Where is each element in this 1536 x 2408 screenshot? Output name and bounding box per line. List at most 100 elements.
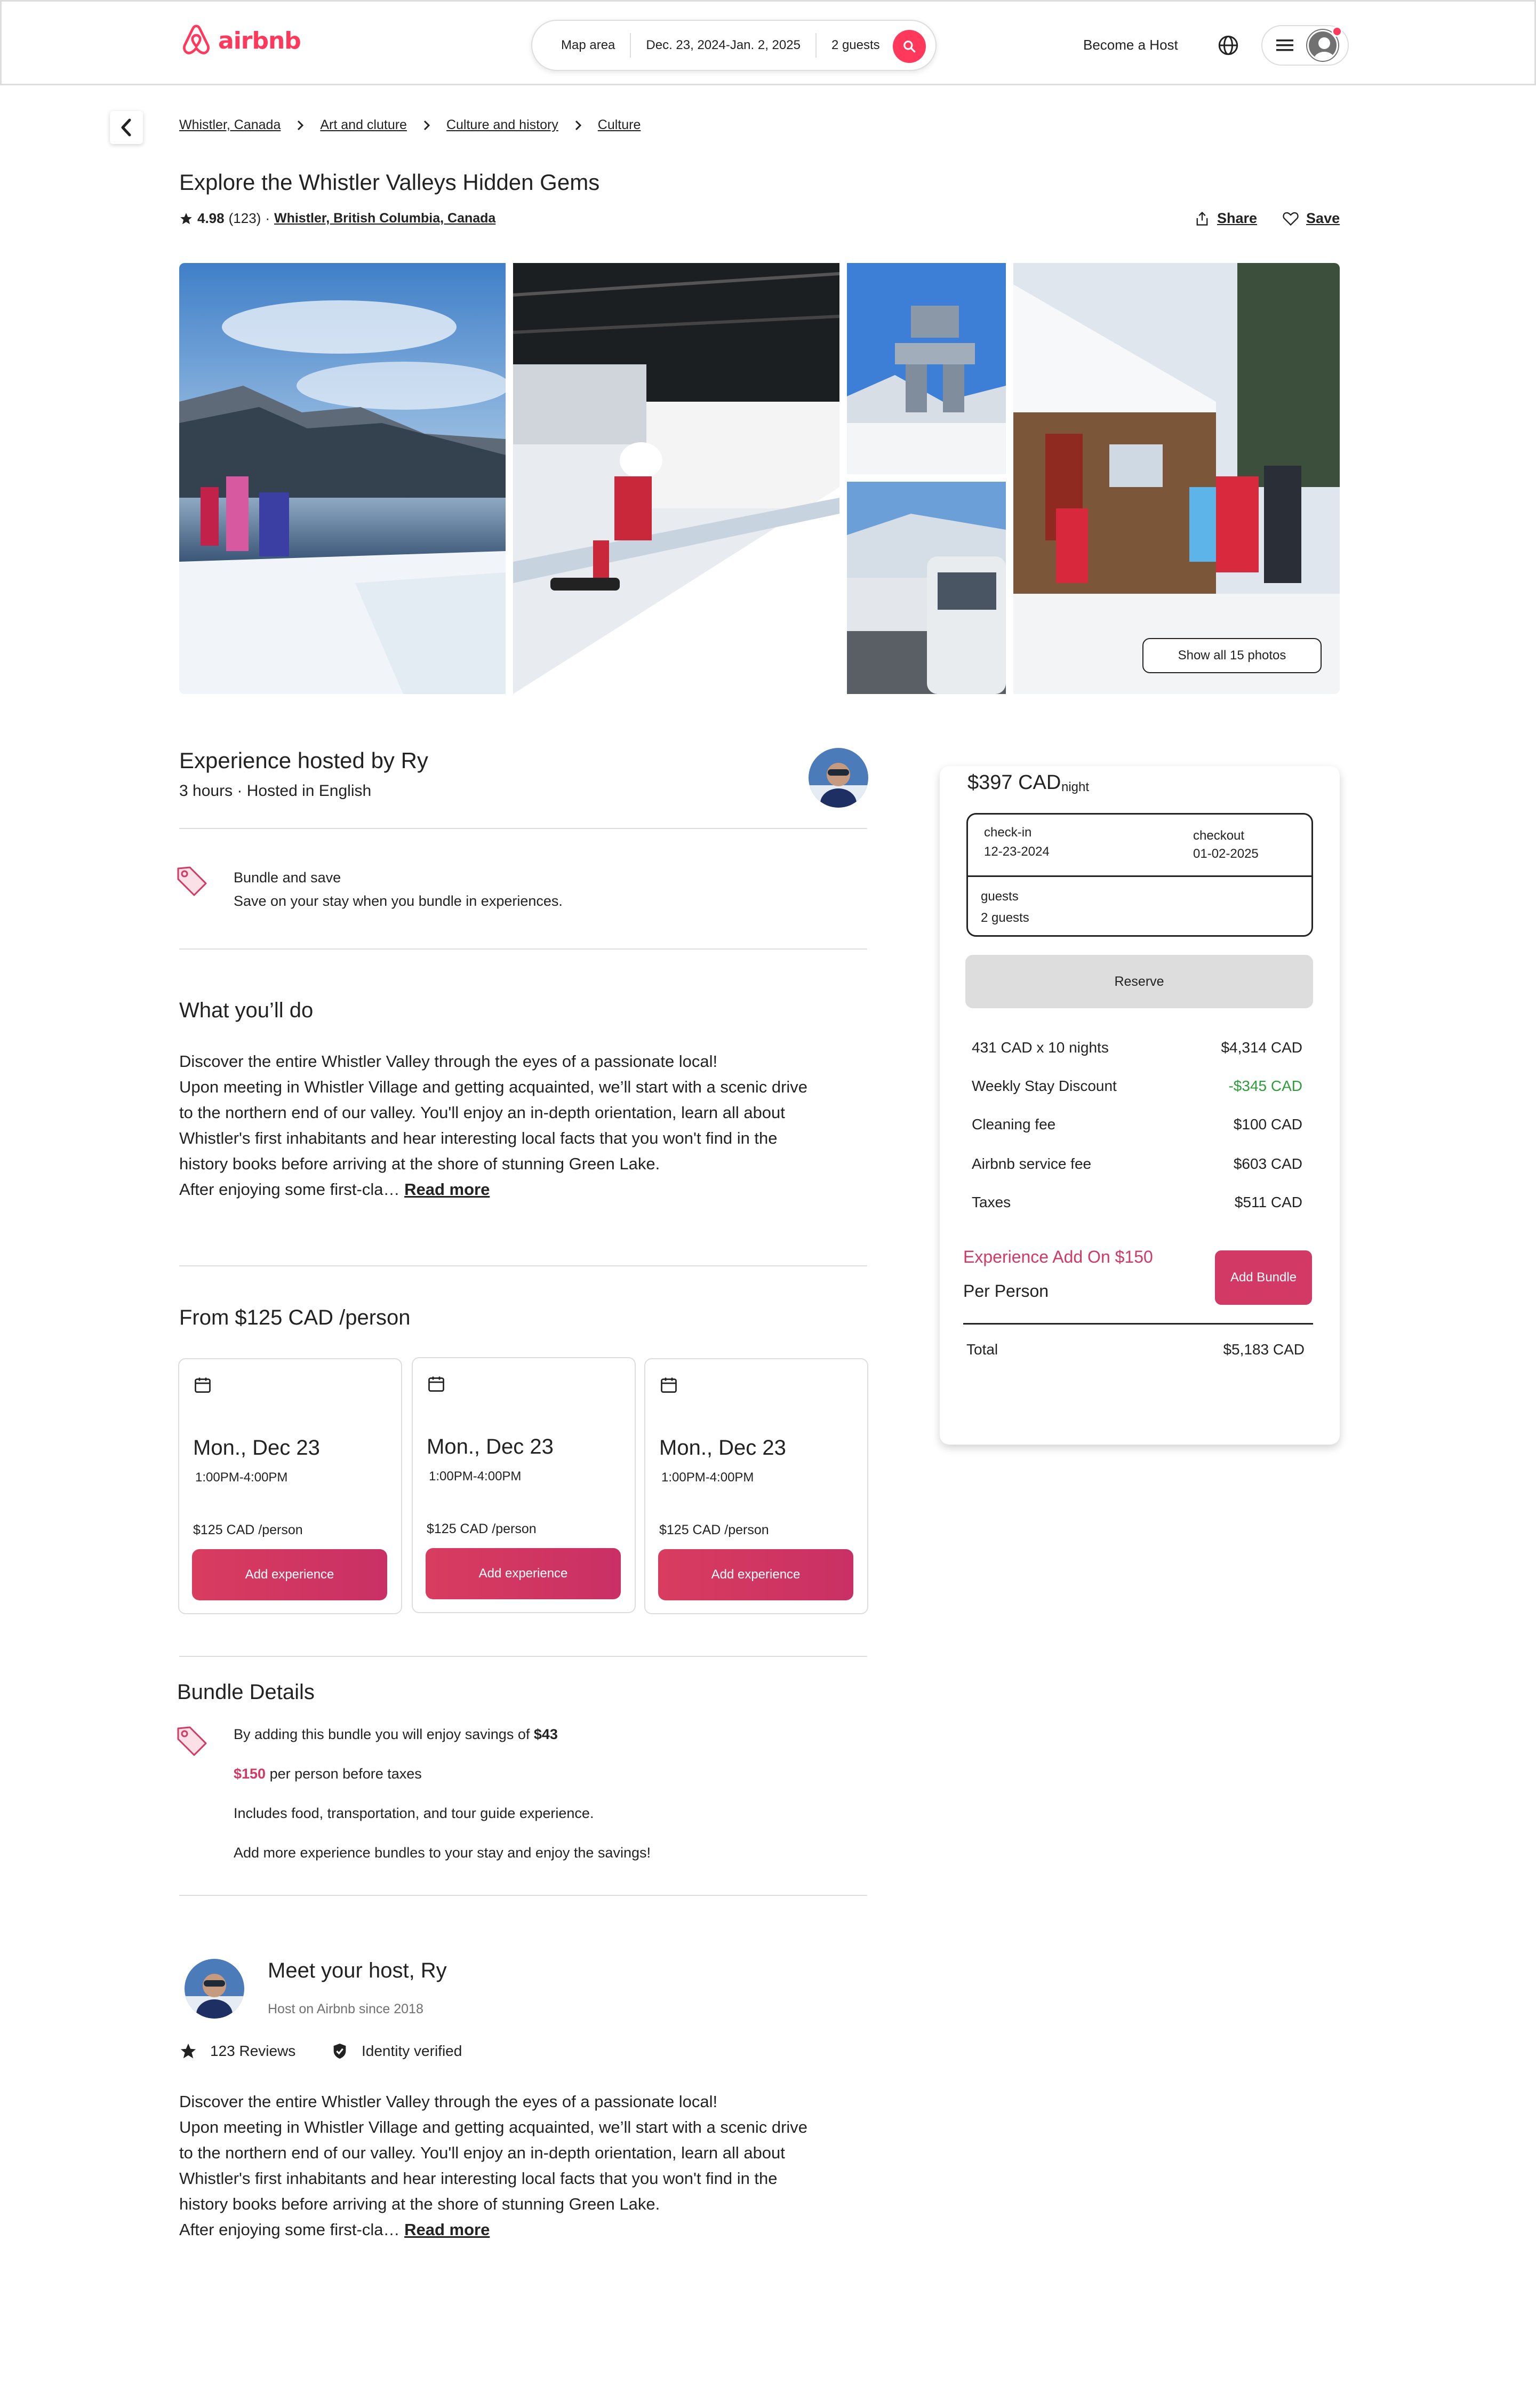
breadcrumb-item[interactable]: Culture and history xyxy=(446,117,558,133)
chevron-left-icon xyxy=(121,118,131,137)
experience-slot: Mon., Dec 23 1:00PM-4:00PM $125 CAD /per… xyxy=(178,1358,402,1614)
save-label: Save xyxy=(1306,210,1340,226)
review-count[interactable]: (123) xyxy=(229,210,261,227)
fee-value: $603 CAD xyxy=(1233,1155,1302,1172)
share-button[interactable]: Share xyxy=(1195,210,1257,227)
chevron-right-icon xyxy=(298,120,304,130)
price-tag-icon xyxy=(177,1726,207,1756)
star-icon xyxy=(180,212,192,224)
bundle-more: Add more experience bundles to your stay… xyxy=(234,1845,651,1861)
slot-time: 1:00PM-4:00PM xyxy=(429,1469,522,1484)
availability-heading: From $125 CAD /person xyxy=(179,1306,411,1329)
shield-check-icon xyxy=(333,2043,346,2059)
add-bundle-button[interactable]: Add Bundle xyxy=(1215,1250,1312,1305)
total-label: Total xyxy=(966,1341,998,1358)
host-avatar[interactable] xyxy=(185,1959,244,2019)
chevron-right-icon xyxy=(575,120,581,130)
photo-inukshuk[interactable] xyxy=(847,263,1006,474)
photo-cabin[interactable] xyxy=(1013,263,1340,694)
search-location[interactable]: Map area xyxy=(532,21,630,70)
description-line: Discover the entire Whistler Valley thro… xyxy=(179,1052,718,1071)
read-more-link[interactable]: Read more xyxy=(404,2220,490,2239)
add-experience-button[interactable]: Add experience xyxy=(426,1548,621,1599)
bundle-price: $150 per person before taxes xyxy=(234,1766,422,1782)
fee-label: Taxes xyxy=(972,1194,1011,1210)
photo-van[interactable] xyxy=(847,482,1006,694)
what-youll-do-description: Discover the entire Whistler Valley thro… xyxy=(179,1049,894,1202)
slot-time: 1:00PM-4:00PM xyxy=(661,1470,754,1485)
fee-label: Cleaning fee xyxy=(972,1116,1056,1133)
fee-row: Cleaning fee $100 CAD xyxy=(972,1116,1302,1133)
slot-price: $125 CAD /person xyxy=(193,1522,303,1537)
reserve-button[interactable]: Reserve xyxy=(965,955,1313,1008)
host-reviews-label: 123 Reviews xyxy=(210,2043,296,2059)
van-image xyxy=(847,482,1006,694)
bundle-details-heading: Bundle Details xyxy=(177,1680,315,1704)
identity-verified: Identity verified xyxy=(331,2042,462,2060)
checkin-value[interactable]: 12-23-2024 xyxy=(984,844,1050,859)
photo-skeleton-track[interactable] xyxy=(513,263,839,694)
checkout-label: checkout xyxy=(1193,828,1245,843)
host-photo xyxy=(809,748,868,808)
divider xyxy=(179,828,867,829)
slot-date: Mon., Dec 23 xyxy=(659,1436,786,1460)
search-guests[interactable]: 2 guests xyxy=(817,21,895,70)
guests-value[interactable]: 2 guests xyxy=(981,911,1029,926)
description-line-last: After enjoying some first-cla… Read more xyxy=(179,1177,894,1202)
meet-host-heading: Meet your host, Ry xyxy=(268,1959,447,1982)
globe-icon[interactable] xyxy=(1218,35,1239,56)
fee-value: $100 CAD xyxy=(1233,1116,1302,1133)
airbnb-logo[interactable]: airbnb xyxy=(181,23,301,58)
notification-dot xyxy=(1332,26,1342,37)
breadcrumb-item[interactable]: Culture xyxy=(598,117,641,133)
what-youll-do-heading: What you’ll do xyxy=(179,999,314,1022)
back-button[interactable] xyxy=(110,111,143,144)
location-link[interactable]: Whistler, British Columbia, Canada xyxy=(274,211,495,226)
fee-value: $4,314 CAD xyxy=(1221,1039,1302,1056)
description-line: history books before arriving at the sho… xyxy=(179,2195,660,2213)
top-nav: airbnb Map area Dec. 23, 2024-Jan. 2, 20… xyxy=(0,0,1536,85)
experience-meta: 3 hours · Hosted in English xyxy=(179,782,372,800)
calendar-icon xyxy=(661,1377,677,1393)
inukshuk-image xyxy=(847,263,1006,474)
search-bar[interactable]: Map area Dec. 23, 2024-Jan. 2, 2025 2 gu… xyxy=(531,20,937,71)
read-more-link[interactable]: Read more xyxy=(404,1180,490,1199)
breadcrumb-item[interactable]: Art and cluture xyxy=(320,117,407,133)
dot-separator: · xyxy=(265,210,270,226)
slot-date: Mon., Dec 23 xyxy=(427,1435,554,1458)
experience-host-title: Experience hosted by Ry xyxy=(179,748,428,773)
search-dates[interactable]: Dec. 23, 2024-Jan. 2, 2025 xyxy=(631,21,815,70)
host-reviews[interactable]: 123 Reviews xyxy=(179,2042,295,2060)
divider xyxy=(179,948,867,950)
description-line: Upon meeting in Whistler Village and get… xyxy=(179,2118,808,2136)
add-experience-button[interactable]: Add experience xyxy=(192,1549,387,1600)
checkout-value[interactable]: 01-02-2025 xyxy=(1193,847,1259,862)
show-all-photos-button[interactable]: Show all 15 photos xyxy=(1142,638,1322,673)
skeleton-image xyxy=(513,263,839,694)
photo-lake[interactable] xyxy=(179,263,506,694)
host-avatar[interactable] xyxy=(809,748,868,808)
description-line: Whistler's first inhabitants and hear in… xyxy=(179,1129,778,1147)
become-host-link[interactable]: Become a Host xyxy=(1083,37,1178,53)
addon-title: Experience Add On $150 xyxy=(963,1247,1153,1266)
experience-slot: Mon., Dec 23 1:00PM-4:00PM $125 CAD /per… xyxy=(412,1357,636,1613)
bundle-price-suffix: per person before taxes xyxy=(266,1766,422,1782)
share-icon xyxy=(1196,211,1208,226)
cabin-image xyxy=(1013,263,1340,694)
total-divider xyxy=(963,1323,1313,1325)
slot-date: Mon., Dec 23 xyxy=(193,1436,320,1460)
search-icon xyxy=(903,41,916,53)
identity-verified-label: Identity verified xyxy=(362,2043,462,2059)
share-save-actions: Share Save xyxy=(1195,210,1340,227)
host-since: Host on Airbnb since 2018 xyxy=(268,2002,423,2016)
booking-card: $397 CAD night check-in 12-23-2024 check… xyxy=(940,766,1340,1445)
add-experience-button[interactable]: Add experience xyxy=(658,1549,853,1600)
save-button[interactable]: Save xyxy=(1283,210,1340,227)
search-button[interactable] xyxy=(893,30,926,63)
bundle-price-amount: $150 xyxy=(234,1766,266,1782)
breadcrumb-item[interactable]: Whistler, Canada xyxy=(179,117,281,133)
checkin-label: check-in xyxy=(984,825,1032,840)
date-guest-picker[interactable]: check-in 12-23-2024 checkout 01-02-2025 … xyxy=(966,813,1313,937)
chevron-right-icon xyxy=(423,120,430,130)
picker-divider xyxy=(968,875,1311,877)
